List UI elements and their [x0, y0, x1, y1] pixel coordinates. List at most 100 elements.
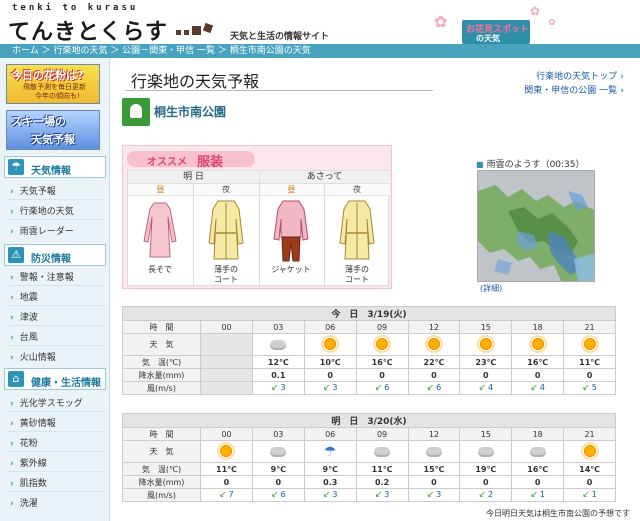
- forecast-temp: 9℃: [303, 462, 357, 476]
- wind-arrow-icon: ↙ 7: [219, 490, 234, 500]
- row-label-precip: 降水量(mm): [122, 368, 201, 382]
- row-label-time: 時 間: [122, 320, 201, 334]
- forecast-weather-cell: ☂: [303, 440, 357, 463]
- row-label-temp: 気 温(℃): [122, 462, 201, 476]
- row-label-temp: 気 温(℃): [122, 355, 201, 369]
- section-title: 天気情報: [31, 166, 71, 177]
- wind-arrow-icon: ↙ 6: [374, 383, 390, 393]
- forecast-day-header: 明 日 3/20(水): [122, 413, 616, 428]
- cloud-icon: [374, 446, 391, 457]
- sidebar-item-laundry[interactable]: 洗濯: [10, 496, 38, 509]
- forecast-weather-cell: [251, 333, 305, 356]
- forecast-temp: [200, 355, 253, 369]
- forecast-hour: 21: [563, 427, 616, 441]
- forecast-hour: 00: [200, 320, 253, 334]
- breadcrumb-text[interactable]: ホーム ＞ 行楽地の天気 ＞ 公園－関東・甲信 一覧 ＞ 桐生市南公園の天気: [12, 46, 311, 56]
- forecast-temp: 22℃: [407, 355, 461, 369]
- forecast-wind: ↙ 6: [407, 381, 461, 395]
- forecast-hour: 15: [459, 427, 513, 441]
- sidebar-section-weather: ☂ 天気情報: [4, 156, 106, 178]
- umbrella-icon: ☂: [8, 159, 24, 175]
- row-label-precip: 降水量(mm): [122, 475, 201, 489]
- radar-detail-link[interactable]: (詳細): [480, 283, 502, 294]
- wind-arrow-icon: ↙ 6: [426, 383, 442, 393]
- site-header: tenki to kurasu てんきとくらす 天気と生活の情報サイト ✿ ✿ …: [0, 0, 640, 46]
- forecast-wind: ↙ 3: [355, 488, 409, 502]
- forecast-precip: 0: [355, 368, 409, 382]
- forecast-wind: ↙ 5: [563, 381, 616, 395]
- radar-map[interactable]: [477, 170, 595, 282]
- forecast-hour: 21: [563, 320, 616, 334]
- pollen-banner[interactable]: 今日の花粉は? 飛散予測を毎日更新 今年の傾向も!: [6, 64, 100, 104]
- sidebar-item-forecast[interactable]: 天気予報: [10, 184, 56, 197]
- clothing-header: オススメ 服装: [127, 151, 255, 170]
- wind-arrow-icon: ↙ 1: [530, 490, 545, 500]
- forecast-hour: 15: [459, 320, 513, 334]
- clothing-header-title: 服装: [197, 155, 224, 170]
- sidebar-item-skin[interactable]: 肌指数: [10, 476, 47, 489]
- sidebar-item-pollen[interactable]: 花粉: [10, 436, 38, 449]
- clothing-tod: 夜: [324, 184, 390, 196]
- forecast-hour: 12: [407, 427, 461, 441]
- row-label-weather: 天 気: [122, 333, 201, 356]
- section-title: 健康・生活情報: [31, 378, 101, 389]
- forecast-precip: 0: [459, 475, 513, 489]
- site-tagline: 天気と生活の情報サイト: [230, 32, 330, 42]
- park-name: 桐生市南公園: [154, 105, 227, 119]
- jacket-icon: [273, 200, 309, 262]
- sidebar-item-volcano[interactable]: 火山情報: [10, 350, 56, 363]
- forecast-temp: 19℃: [459, 462, 513, 476]
- forecast-weather-cell: [563, 440, 616, 463]
- forecast-precip: 0: [251, 475, 305, 489]
- sidebar-item-radar[interactable]: 雨雲レーダー: [10, 224, 74, 237]
- forecast-wind: ↙ 1: [511, 488, 565, 502]
- clothing-tod: 昼: [128, 184, 193, 196]
- sun-icon: [478, 336, 493, 351]
- sidebar-item-uv[interactable]: 紫外線: [10, 456, 47, 469]
- section-title: 防災情報: [31, 254, 71, 265]
- wind-arrow-icon: ↙ 2: [478, 490, 494, 500]
- forecast-precip: 0: [563, 475, 616, 489]
- forecast-temp: 9℃: [251, 462, 305, 476]
- site-logo[interactable]: てんきとくらす: [8, 14, 168, 46]
- breadcrumb[interactable]: ホーム ＞ 行楽地の天気 ＞ 公園－関東・甲信 一覧 ＞ 桐生市南公園の天気: [0, 44, 640, 58]
- forecast-wind: ↙ 4: [511, 381, 565, 395]
- page-title: 行楽地の天気予報: [131, 72, 260, 91]
- clothing-recommendation: オススメ 服装 明 日 あさって 昼 夜 昼 夜 長そで 薄手の コート ジャケ…: [122, 145, 392, 289]
- sidebar-item-earthquake[interactable]: 地震: [10, 290, 38, 303]
- logo-romaji[interactable]: tenki to kurasu: [12, 3, 138, 13]
- clothing-label: ジャケット: [271, 265, 311, 274]
- sidebar-item-typhoon[interactable]: 台風: [10, 330, 38, 343]
- forecast-wind: ↙ 4: [459, 381, 513, 395]
- sun-icon: [426, 336, 441, 351]
- sidebar-section-health: ⌂ 健康・生活情報: [4, 368, 106, 390]
- forecast-weather-cell: [200, 440, 253, 463]
- forecast-temp: 11℃: [200, 462, 253, 476]
- ski-banner-title2: 天気予報: [31, 133, 75, 146]
- wind-arrow-icon: ↙ 4: [478, 383, 494, 393]
- pollen-banner-sub: 飛散予測を毎日更新 今年の傾向も!: [23, 83, 86, 100]
- wind-arrow-icon: ↙ 3: [270, 383, 286, 393]
- sidebar-item-yellow-sand[interactable]: 黄砂情報: [10, 416, 56, 429]
- ski-banner-title1: スキー場の: [11, 115, 66, 128]
- sidebar-item-leisure[interactable]: 行楽地の天気: [10, 204, 74, 217]
- house-icon: ⌂: [8, 371, 24, 387]
- clothing-tod: 昼: [259, 184, 324, 196]
- forecast-hour: 18: [511, 427, 565, 441]
- sidebar-item-warnings[interactable]: 警報・注意報: [10, 270, 74, 283]
- forecast-temp: 11℃: [563, 355, 616, 369]
- link-kanto-parks[interactable]: 関東・甲信の公園 一覧: [524, 84, 624, 98]
- forecast-hour: 03: [251, 427, 305, 441]
- forecast-weather-cell: [407, 440, 461, 463]
- hanami-spot-banner[interactable]: お花見スポット の天気: [462, 20, 530, 44]
- sun-icon: [582, 336, 597, 351]
- sidebar-item-smog[interactable]: 光化学スモッグ: [10, 396, 83, 409]
- cloud-icon: [270, 446, 287, 457]
- forecast-temp: 16℃: [511, 355, 565, 369]
- link-leisure-top[interactable]: 行楽地の天気トップ: [524, 70, 624, 84]
- forecast-weather-cell: [407, 333, 461, 356]
- ski-banner[interactable]: スキー場の 天気予報: [6, 110, 100, 150]
- sun-icon: [530, 336, 545, 351]
- sidebar-item-tsunami[interactable]: 津波: [10, 310, 38, 323]
- forecast-temp: 10℃: [303, 355, 357, 369]
